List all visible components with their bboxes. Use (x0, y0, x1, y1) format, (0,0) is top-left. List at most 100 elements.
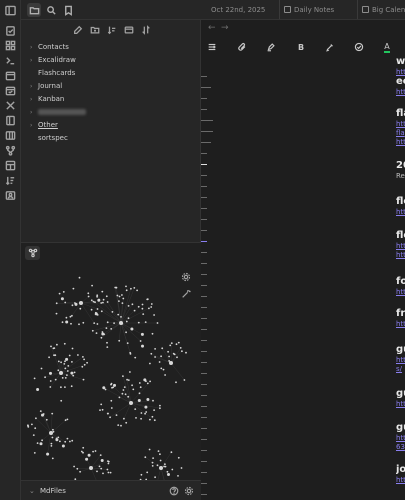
graph-animate-icon[interactable] (180, 288, 192, 300)
graph-node[interactable] (41, 413, 44, 417)
outline-tick[interactable] (201, 296, 207, 297)
graph-node[interactable] (121, 322, 124, 325)
book-icon[interactable] (3, 113, 17, 127)
graph-node[interactable] (156, 322, 159, 324)
file-sortspec[interactable]: sortspec (21, 132, 201, 145)
graph-node[interactable] (102, 472, 104, 475)
graph-node[interactable] (158, 361, 161, 363)
graph-node[interactable] (175, 381, 177, 384)
graph-node[interactable] (64, 440, 67, 443)
graph-node[interactable] (64, 419, 67, 422)
graph-node[interactable] (181, 350, 183, 353)
graph-node[interactable] (176, 356, 178, 359)
graph-node[interactable] (41, 439, 43, 442)
graph-node[interactable] (82, 446, 85, 449)
entry-link[interactable]: s/ (396, 365, 405, 374)
graph-node[interactable] (46, 453, 49, 455)
graph-node[interactable] (61, 444, 65, 448)
graph-node[interactable] (100, 302, 103, 304)
graph-node[interactable] (131, 303, 134, 306)
graph-node[interactable] (137, 305, 140, 308)
graph-node[interactable] (144, 412, 146, 415)
entry-link[interactable]: 63 (396, 443, 405, 452)
graph-node[interactable] (125, 320, 128, 323)
collapse-all-icon[interactable] (122, 23, 136, 37)
graph-node[interactable] (63, 363, 66, 365)
graph-node[interactable] (59, 440, 61, 443)
outline-tick[interactable] (201, 98, 207, 99)
graph-node[interactable] (123, 417, 125, 420)
graph-node[interactable] (106, 341, 108, 344)
graph-node[interactable] (127, 379, 130, 381)
text-color-button[interactable]: A (380, 40, 394, 54)
tab-daily-notes[interactable]: Daily Notes (279, 0, 334, 19)
graph-node[interactable] (136, 289, 138, 292)
graph-node[interactable] (177, 341, 180, 344)
entry-link[interactable]: htt (396, 434, 405, 443)
graph-node[interactable] (167, 473, 170, 476)
graph-node[interactable] (51, 412, 54, 415)
graph-node[interactable] (117, 313, 120, 316)
graph-node[interactable] (160, 367, 163, 370)
graph-node[interactable] (49, 371, 52, 375)
graph-node[interactable] (159, 404, 161, 407)
graph-node[interactable] (130, 327, 134, 331)
graph-node[interactable] (94, 450, 97, 452)
graph-node[interactable] (56, 343, 58, 346)
graph-node[interactable] (73, 371, 76, 374)
graph-node[interactable] (170, 451, 173, 454)
graph-node[interactable] (149, 362, 151, 365)
graph-node[interactable] (154, 356, 157, 358)
graph-node[interactable] (100, 336, 103, 339)
graph-node[interactable] (45, 418, 48, 421)
graph-node[interactable] (54, 354, 57, 357)
graph-node[interactable] (152, 399, 154, 402)
graph-node[interactable] (117, 424, 120, 426)
folder-icon[interactable] (27, 3, 41, 17)
graph-node[interactable] (134, 356, 137, 359)
graph-node[interactable] (39, 442, 43, 446)
outline-tick[interactable] (201, 208, 207, 209)
graph-node[interactable] (151, 332, 154, 335)
graph-node[interactable] (51, 457, 54, 460)
graph-node[interactable] (33, 452, 36, 454)
outline-tick[interactable] (201, 219, 207, 220)
graph-node[interactable] (94, 313, 97, 315)
graph-node[interactable] (92, 450, 94, 453)
outline-minimap[interactable] (201, 56, 215, 500)
graph-node[interactable] (48, 356, 50, 359)
graph-node[interactable] (110, 407, 113, 409)
entry-link[interactable]: htt (396, 138, 405, 147)
entry-link[interactable]: htt (396, 88, 405, 97)
graph-node[interactable] (168, 355, 171, 358)
graph-node[interactable] (107, 460, 110, 463)
graph-view[interactable] (21, 263, 201, 500)
graph-node[interactable] (96, 323, 99, 325)
graph-node[interactable] (68, 354, 71, 357)
graph-node[interactable] (124, 393, 127, 396)
graph-settings-icon[interactable] (180, 271, 192, 283)
outline-tick[interactable] (201, 186, 207, 187)
entry-link[interactable]: htt (396, 120, 405, 129)
outline-tick[interactable] (201, 439, 207, 440)
graph-node[interactable] (152, 457, 155, 459)
outline-tick[interactable] (201, 340, 207, 341)
graph-node[interactable] (141, 344, 144, 348)
folder-redacted[interactable]: › (21, 106, 201, 119)
outline-tick[interactable] (201, 351, 207, 352)
task-check-icon[interactable] (352, 40, 366, 54)
graph-node[interactable] (106, 468, 109, 471)
graph-node[interactable] (55, 302, 58, 305)
outline-tick[interactable] (201, 494, 207, 495)
graph-node[interactable] (65, 357, 69, 361)
graph-node[interactable] (127, 395, 130, 398)
graph-node[interactable] (154, 476, 157, 479)
graph-node[interactable] (144, 405, 148, 409)
graph-node[interactable] (73, 465, 75, 468)
calendar-icon[interactable] (3, 68, 17, 82)
graph-node[interactable] (32, 434, 35, 436)
graph-node[interactable] (111, 311, 114, 313)
tab-big-calendar[interactable]: Big Calendar (357, 0, 405, 19)
graph-hub-node[interactable] (49, 431, 53, 435)
graph-node[interactable] (159, 459, 162, 462)
